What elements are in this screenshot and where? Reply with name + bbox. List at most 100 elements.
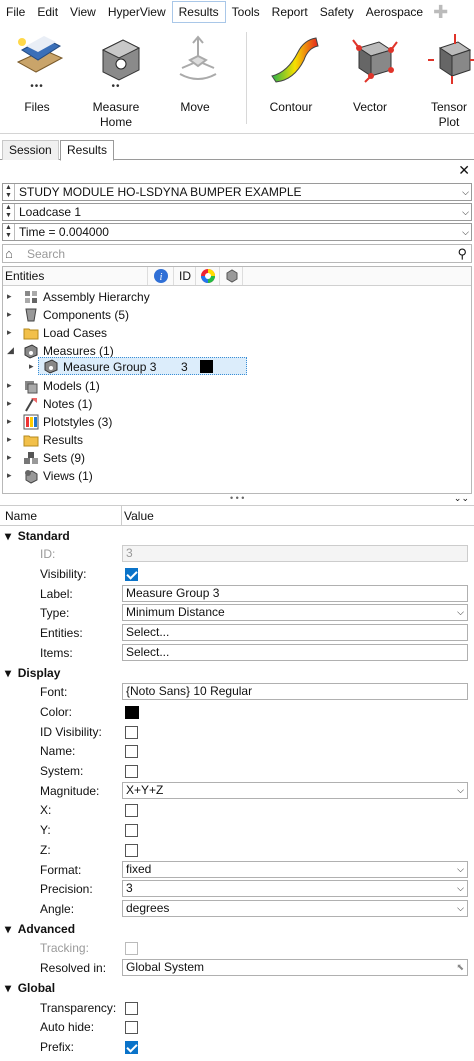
label-label: Label: (40, 587, 73, 601)
model-dropdown[interactable]: ▲ ▼ STUDY MODULE HO-LSDYNA BUMPER EXAMPLE… (2, 183, 472, 201)
tensor-plot-tool[interactable]: Tensor Plot (414, 24, 474, 132)
color-swatch[interactable] (125, 706, 139, 719)
menu-safety[interactable]: Safety (314, 1, 360, 23)
section-title: Advanced (17, 922, 76, 936)
expand-arrow-icon[interactable]: ▸ (7, 398, 12, 408)
chevron-down-icon[interactable]: ⌵ (462, 206, 469, 218)
tree-item-measure-group-3[interactable]: ▸ Measure Group 3 3 (29, 357, 247, 375)
auto-hide-checkbox[interactable] (125, 1021, 138, 1034)
resolved-in-field[interactable]: Global System ⬉ (122, 959, 468, 976)
loadcase-spinner[interactable]: ▲ ▼ (3, 204, 15, 220)
measure-tool[interactable]: •• Measure Home (81, 24, 151, 132)
prefix-checkbox[interactable] (125, 1041, 138, 1054)
tree-item-results[interactable]: ▸ Results (3, 431, 471, 449)
section-standard[interactable]: ▾ Standard (5, 527, 70, 545)
files-tool[interactable]: ••• Files (2, 24, 72, 132)
double-chevron-down-icon[interactable]: ⌄⌄ (454, 494, 469, 503)
contour-tool[interactable]: Contour (256, 24, 326, 132)
model-spinner[interactable]: ▲ ▼ (3, 184, 15, 200)
id-column-header[interactable]: ID (173, 267, 195, 285)
expand-arrow-icon[interactable]: ▸ (7, 416, 12, 426)
color-column[interactable] (195, 267, 219, 285)
format-select[interactable]: fixed ⌵ (122, 861, 468, 878)
tree-item-models[interactable]: ▸ Models (1) (3, 377, 471, 395)
name-label: Name: (40, 744, 76, 758)
label-field[interactable]: Measure Group 3 (122, 585, 468, 602)
menu-hyperview[interactable]: HyperView (102, 1, 172, 23)
tree-item-load-cases[interactable]: ▸ Load Cases (3, 324, 471, 342)
id-visibility-checkbox[interactable] (125, 726, 138, 739)
magnitude-select[interactable]: X+Y+Z ⌵ (122, 782, 468, 799)
system-checkbox[interactable] (125, 765, 138, 778)
close-icon[interactable]: ✕ (458, 163, 470, 177)
entities-column-header[interactable]: Entities (5, 269, 44, 283)
color-wheel-icon (201, 269, 215, 283)
tree-item-components[interactable]: ▸ Components (5) (3, 306, 471, 324)
expand-arrow-icon[interactable]: ▸ (7, 327, 12, 337)
tab-results[interactable]: Results (60, 140, 115, 161)
tab-session[interactable]: Session (2, 140, 59, 160)
section-global[interactable]: ▾ Global (5, 979, 55, 997)
expand-arrow-icon[interactable]: ▸ (7, 470, 12, 480)
value-column-header[interactable]: Value (124, 509, 154, 523)
display-column[interactable] (219, 267, 243, 285)
chevron-down-icon[interactable]: ⌵ (462, 226, 469, 238)
angle-select[interactable]: degrees ⌵ (122, 900, 468, 917)
items-selector[interactable]: Select... (122, 644, 468, 661)
tree-item-sets[interactable]: ▸ Sets (9) (3, 449, 471, 467)
time-dropdown[interactable]: ▲ ▼ Time = 0.004000 ⌵ (2, 223, 472, 241)
precision-select[interactable]: 3 ⌵ (122, 880, 468, 897)
search-icon[interactable]: ⚲ (457, 246, 467, 261)
x-checkbox[interactable] (125, 804, 138, 817)
expand-arrow-icon[interactable]: ▸ (7, 291, 12, 301)
name-column-header[interactable]: Name (5, 509, 37, 523)
measure-group-color-swatch[interactable] (200, 360, 213, 373)
contour-icon (271, 37, 319, 83)
id-label: ID: (40, 547, 56, 561)
section-advanced[interactable]: ▾ Advanced (5, 920, 75, 938)
y-checkbox[interactable] (125, 824, 138, 837)
time-spinner[interactable]: ▲ ▼ (3, 224, 15, 240)
menu-aerospace[interactable]: Aerospace (360, 1, 429, 23)
menu-results[interactable]: Results (171, 1, 226, 23)
menu-report[interactable]: Report (266, 1, 314, 23)
section-display[interactable]: ▾ Display (5, 664, 60, 682)
vector-tool[interactable]: Vector (335, 24, 405, 132)
items-label: Items: (40, 646, 73, 660)
panel-splitter[interactable]: • • • ⌄⌄ (0, 494, 474, 504)
tree-item-views[interactable]: ▸ Views (1) (3, 467, 471, 485)
search-input[interactable]: Search (27, 247, 65, 261)
tree-item-plotstyles[interactable]: ▸ Plotstyles (3) (3, 413, 471, 431)
measure-more-dots[interactable]: •• (81, 82, 151, 92)
menu-file[interactable]: File (0, 1, 31, 23)
tree-item-notes[interactable]: ▸ Notes (1) (3, 395, 471, 413)
menu-edit[interactable]: Edit (31, 1, 64, 23)
add-ribbon-icon[interactable]: ✚ (429, 2, 452, 22)
tree-item-assembly-hierarchy[interactable]: ▸ Assembly Hierarchy (3, 288, 471, 306)
z-checkbox[interactable] (125, 844, 138, 857)
chevron-down-icon[interactable]: ⌵ (462, 186, 469, 198)
expand-arrow-icon[interactable]: ▸ (7, 309, 12, 319)
visibility-checkbox[interactable] (125, 568, 138, 581)
font-field[interactable]: {Noto Sans} 10 Regular (122, 683, 468, 700)
pick-system-icon[interactable]: ⬉ (456, 961, 464, 974)
name-checkbox[interactable] (125, 745, 138, 758)
info-column[interactable]: i (147, 267, 173, 285)
move-tool[interactable]: Move (160, 24, 230, 132)
loadcase-dropdown[interactable]: ▲ ▼ Loadcase 1 ⌵ (2, 203, 472, 221)
plotstyle-icon (23, 414, 39, 430)
type-select[interactable]: Minimum Distance ⌵ (122, 604, 468, 621)
transparency-checkbox[interactable] (125, 1002, 138, 1015)
expand-arrow-icon[interactable]: ▸ (7, 434, 12, 444)
expand-arrow-icon[interactable]: ▸ (7, 452, 12, 462)
menu-tools[interactable]: Tools (226, 1, 266, 23)
tensor-plot-label: Tensor Plot (430, 100, 468, 129)
expand-arrow-icon[interactable]: ▸ (29, 361, 34, 372)
column-divider[interactable] (121, 506, 122, 526)
collapse-arrow-icon[interactable]: ◢ (7, 345, 14, 355)
entities-selector[interactable]: Select... (122, 624, 468, 641)
files-more-dots[interactable]: ••• (2, 82, 72, 92)
home-icon[interactable]: ⌂ (5, 246, 13, 261)
menu-view[interactable]: View (64, 1, 102, 23)
expand-arrow-icon[interactable]: ▸ (7, 380, 12, 390)
